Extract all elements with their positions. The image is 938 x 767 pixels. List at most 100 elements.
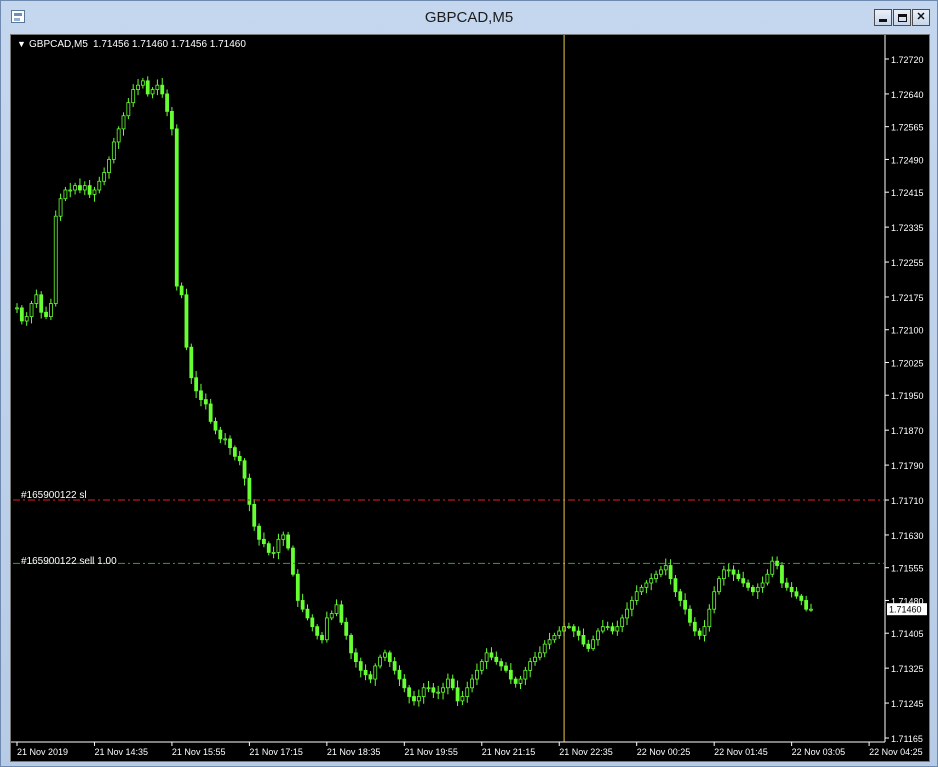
candle-body [668,565,673,580]
candle-body [189,346,194,379]
candle-body [213,421,218,431]
candle-body [765,573,770,584]
candle-body [416,696,421,702]
entry-order-label[interactable]: #165900122 sell 1.00 [21,556,117,567]
candle-body [455,687,460,702]
candle-body [784,582,789,588]
price-tick-label: 1.72100 [891,326,924,336]
candle-body [232,447,237,457]
candle-body [649,578,654,584]
minimize-button[interactable] [874,9,892,26]
maximize-button[interactable] [893,9,911,26]
candle-body [63,189,68,200]
candle-body [552,634,557,641]
candle-body [82,185,87,191]
close-button[interactable]: ✕ [912,9,930,26]
candle-body [508,669,513,680]
candle-body [678,591,683,601]
time-tick-label: 21 Nov 19:55 [404,747,458,757]
chart-window: GBPCAD,M5 ✕ 1.72720 1.72640 1.72565 1.72490… [0,0,938,767]
candle-body [731,569,736,575]
current-price-label: 1.71460 [889,605,922,615]
candle-body [726,569,731,572]
candle-body [34,294,39,304]
candle-body [484,652,489,662]
price-tick-label: 1.71710 [891,496,924,506]
candle-body [203,399,208,405]
candle-body [586,643,591,649]
symbol-label: GBPCAD,M5 [29,39,88,50]
candle-body [295,573,300,601]
candle-body [692,621,697,632]
candle-body [663,565,668,571]
price-tick-label: 1.71790 [891,461,924,471]
candle-body [237,455,242,462]
candle-body [707,608,712,628]
price-tick-label: 1.72720 [891,55,924,65]
candle-body [736,573,741,580]
candle-body [310,617,315,628]
candle-body [465,687,470,697]
candle-body [567,626,571,629]
candle-body [257,525,261,540]
candle-body [78,185,82,191]
candle-body [92,189,97,195]
candle-body [780,565,784,584]
candle-body [131,89,136,104]
price-tick-label: 1.72175 [891,293,924,303]
sl-order-label[interactable]: #165900122 sl [21,490,87,501]
candle-body [218,429,223,440]
candle-body [271,552,276,554]
candle-body [445,678,450,689]
candle-body [755,586,760,593]
candle-body [479,661,484,671]
candle-body [513,678,518,684]
candle-body [73,185,77,191]
candle-body [383,652,387,658]
candle-body [242,460,247,479]
candle-body [789,586,794,593]
candle-body [24,316,29,322]
time-tick-label: 21 Nov 2019 [17,747,68,757]
candle-body [697,630,702,636]
candle-body [494,656,499,662]
candle-body [334,604,339,614]
candle-body [809,608,813,611]
close-icon: ✕ [916,11,926,23]
time-tick-label: 21 Nov 14:35 [94,747,148,757]
candle-body [102,172,107,182]
candle-body [29,303,34,318]
candles-group [15,76,813,707]
candle-body [702,626,707,636]
window-title: GBPCAD,M5 [424,9,514,26]
candle-body [107,159,111,173]
candle-body [644,582,649,588]
price-chart[interactable]: 1.72720 1.72640 1.72565 1.72490 1.72415 1.723… [10,34,930,762]
price-tick-label: 1.71165 [891,734,923,744]
price-tick-label: 1.72025 [891,358,924,368]
candle-body [48,303,53,318]
candle-body [354,652,358,662]
candle-body [179,285,184,296]
candle-body [300,600,305,610]
candle-body [126,102,131,117]
candle-body [504,665,508,671]
candle-body [87,185,92,195]
candle-body [19,307,24,322]
price-tick-label: 1.71325 [891,664,924,674]
candle-body [199,390,203,400]
candle-body [528,661,533,671]
candle-body [639,586,644,593]
candle-body [281,534,286,540]
candle-body [208,403,213,422]
candle-body [320,634,324,641]
chart-canvas[interactable]: 1.72720 1.72640 1.72565 1.72490 1.72415 1.723… [11,35,929,761]
candle-body [252,503,257,527]
candle-body [397,669,402,680]
title-bar[interactable]: GBPCAD,M5 ✕ [1,1,937,33]
candle-body [470,678,474,689]
candle-body [291,547,295,575]
candle-body [654,573,658,580]
candle-body [596,630,600,641]
header-marker[interactable]: ▼ [17,39,26,49]
